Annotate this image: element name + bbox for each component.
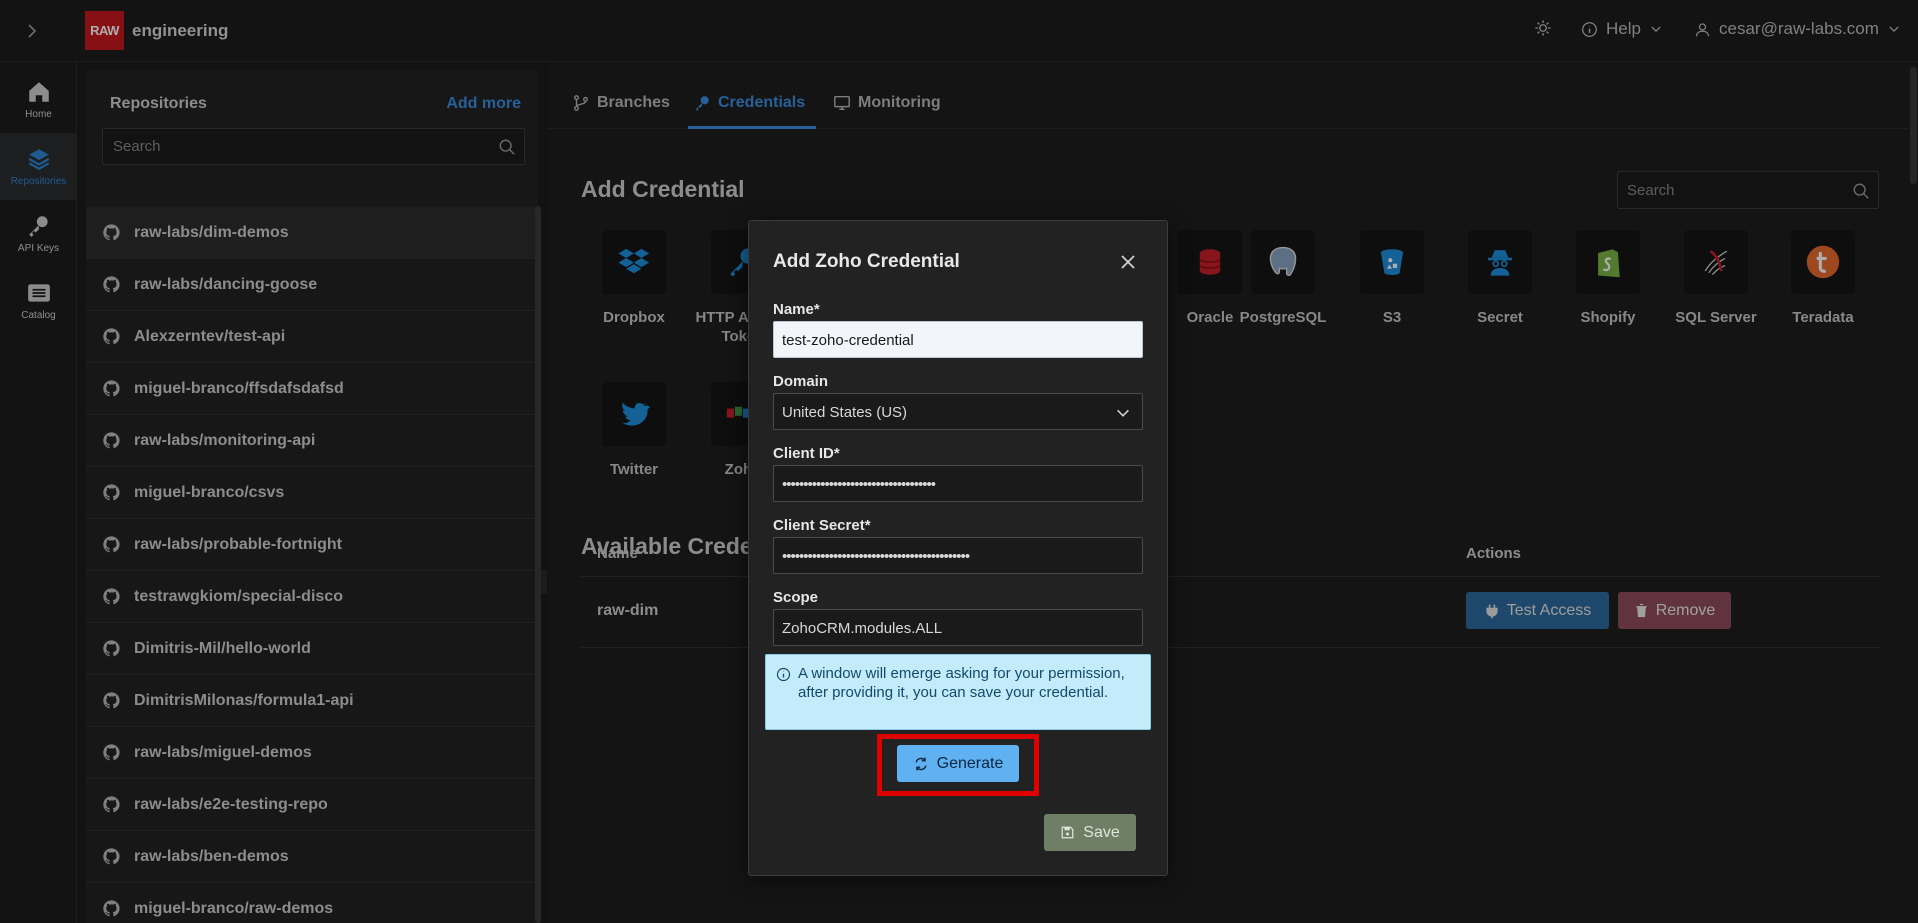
close-icon[interactable]: [1118, 252, 1138, 272]
save-label: Save: [1083, 823, 1120, 841]
domain-value: United States (US): [782, 404, 908, 421]
client-id-field[interactable]: ••••••••••••••••••••••••••••••••••••: [773, 465, 1143, 502]
info-text: A window will emerge asking for your per…: [798, 665, 1125, 701]
scope-field[interactable]: ZohoCRM.modules.ALL: [773, 609, 1143, 646]
refresh-icon: [913, 756, 929, 772]
domain-label: Domain: [773, 373, 829, 390]
info-alert: A window will emerge asking for your per…: [765, 654, 1151, 730]
client-id-label: Client ID*: [773, 445, 840, 462]
dialog-title: Add Zoho Credential: [773, 251, 960, 272]
domain-select[interactable]: United States (US): [773, 393, 1143, 430]
floppy-disk-icon: [1060, 825, 1075, 840]
chevron-down-icon: [1114, 404, 1132, 422]
add-zoho-credential-dialog: Add Zoho Credential Name* test-zoho-cred…: [748, 220, 1168, 876]
generate-label: Generate: [936, 754, 1004, 772]
scope-label: Scope: [773, 589, 819, 606]
info-icon: [776, 667, 791, 682]
name-label: Name*: [773, 301, 820, 318]
save-button[interactable]: Save: [1044, 814, 1136, 851]
client-secret-field[interactable]: ••••••••••••••••••••••••••••••••••••••••…: [773, 537, 1143, 574]
client-secret-label: Client Secret*: [773, 517, 871, 534]
name-field[interactable]: test-zoho-credential: [773, 321, 1143, 358]
generate-button[interactable]: Generate: [897, 745, 1019, 782]
